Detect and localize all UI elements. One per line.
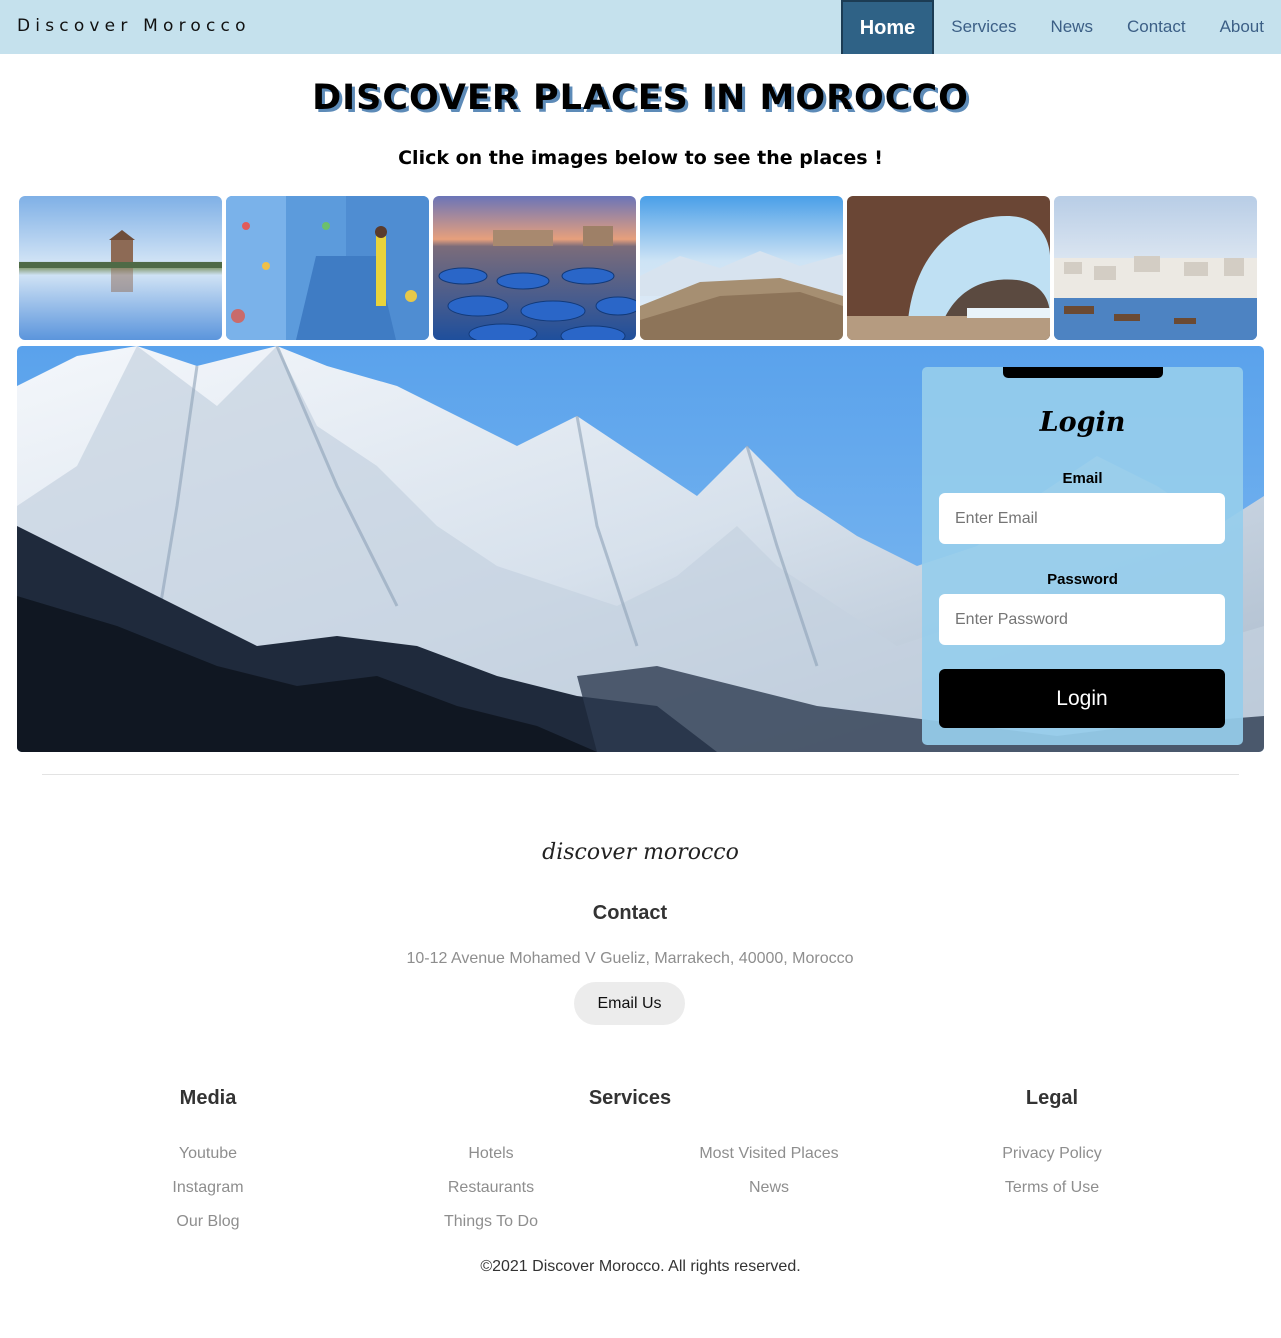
login-title: Login (1039, 407, 1126, 438)
nav-about[interactable]: About (1203, 0, 1281, 54)
footer-link-terms[interactable]: Terms of Use (952, 1179, 1152, 1197)
login-card-bar (1003, 367, 1163, 378)
place-thumbnail-legzira[interactable] (847, 196, 1050, 340)
contact-heading: Contact (592, 902, 668, 924)
place-thumbnail-menara[interactable] (19, 196, 222, 340)
footer-link-hotels[interactable]: Hotels (391, 1145, 591, 1163)
footer-link-instagram[interactable]: Instagram (108, 1179, 308, 1197)
footer-logo: discover morocco (542, 840, 739, 865)
legal-heading: Legal (1025, 1087, 1079, 1109)
places-gallery (19, 196, 1257, 340)
footer-link-youtube[interactable]: Youtube (108, 1145, 308, 1163)
brand-logo[interactable]: Discover Morocco (17, 16, 251, 36)
login-card: Login Email Password Login (922, 367, 1243, 745)
email-us-button[interactable]: Email Us (574, 982, 685, 1025)
place-thumbnail-tangier[interactable] (1054, 196, 1257, 340)
page-title: DISCOVER PLACES IN MOROCCO (312, 78, 969, 118)
services-heading: Services (588, 1087, 672, 1109)
contact-address: 10-12 Avenue Mohamed V Gueliz, Marrakech… (406, 950, 854, 967)
footer-link-restaurants[interactable]: Restaurants (391, 1179, 591, 1197)
footer-link-most-visited[interactable]: Most Visited Places (669, 1145, 869, 1163)
footer-link-privacy[interactable]: Privacy Policy (952, 1145, 1152, 1163)
nav-contact[interactable]: Contact (1110, 0, 1203, 54)
top-navbar: Discover Morocco Home Services News Cont… (0, 0, 1281, 54)
footer-link-things-to-do[interactable]: Things To Do (391, 1213, 591, 1231)
copyright-text: ©2021 Discover Morocco. All rights reser… (480, 1258, 801, 1275)
media-heading: Media (179, 1087, 237, 1109)
footer-link-blog[interactable]: Our Blog (108, 1213, 308, 1231)
nav-services[interactable]: Services (934, 0, 1033, 54)
place-thumbnail-chefchaouen[interactable] (226, 196, 429, 340)
footer-divider (42, 774, 1239, 775)
place-thumbnail-atlas[interactable] (640, 196, 843, 340)
footer-link-news[interactable]: News (669, 1179, 869, 1197)
nav-news[interactable]: News (1033, 0, 1110, 54)
password-field[interactable] (939, 594, 1225, 645)
page-subtitle: Click on the images below to see the pla… (398, 147, 883, 169)
password-label: Password (1047, 571, 1118, 588)
nav-links: Home Services News Contact About (840, 0, 1281, 54)
email-field[interactable] (939, 493, 1225, 544)
login-button[interactable]: Login (939, 669, 1225, 728)
place-thumbnail-essaouira[interactable] (433, 196, 636, 340)
email-label: Email (1062, 470, 1103, 487)
nav-home[interactable]: Home (840, 0, 935, 54)
